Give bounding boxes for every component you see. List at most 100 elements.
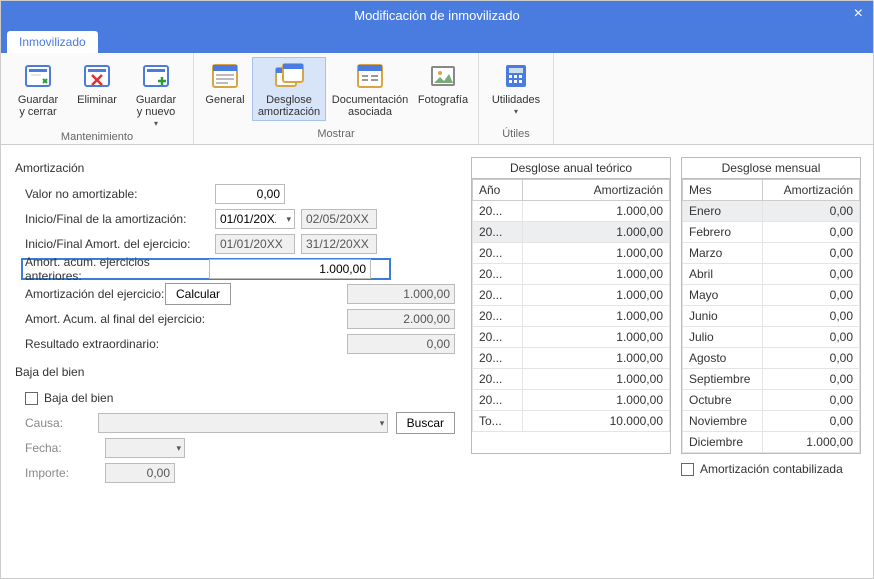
causa-select[interactable] [98, 413, 388, 433]
table-row[interactable]: Enero0,00 [683, 201, 860, 222]
general-label: General [205, 94, 244, 106]
valor-no-amort-input[interactable] [215, 184, 285, 204]
table-row[interactable]: 20...1.000,00 [473, 264, 670, 285]
eliminar-button[interactable]: Eliminar [71, 57, 123, 131]
tab-inmovilizado[interactable]: Inmovilizado [7, 31, 98, 53]
table-row[interactable]: Septiembre0,00 [683, 369, 860, 390]
table-row[interactable]: 20...1.000,00 [473, 201, 670, 222]
cell-month: Septiembre [683, 369, 763, 390]
delete-icon [81, 60, 113, 92]
table-row[interactable]: Abril0,00 [683, 264, 860, 285]
grid-anual[interactable]: Desglose anual teórico Año Amortización … [471, 157, 671, 454]
table-row[interactable]: Julio0,00 [683, 327, 860, 348]
cell-amort: 1.000,00 [523, 222, 670, 243]
cell-amort: 1.000,00 [523, 285, 670, 306]
doc-icon [354, 60, 386, 92]
table-row[interactable]: 20...1.000,00 [473, 369, 670, 390]
inicio-final-amort-label: Inicio/Final de la amortización: [25, 212, 215, 226]
inicio-final-ejerc-label: Inicio/Final Amort. del ejercicio: [25, 237, 215, 251]
guardar-cerrar-button[interactable]: Guardary cerrar [7, 57, 69, 131]
cell-year: 20... [473, 243, 523, 264]
cell-amort: 0,00 [763, 390, 860, 411]
table-row[interactable]: Febrero0,00 [683, 222, 860, 243]
save-new-icon [140, 60, 172, 92]
cell-month: Agosto [683, 348, 763, 369]
ribbon: Guardary cerrar Eliminar Guardary nuevo … [1, 53, 873, 145]
inicio-amort-input[interactable] [215, 209, 295, 229]
cell-amort: 0,00 [763, 264, 860, 285]
cell-month: Febrero [683, 222, 763, 243]
table-row[interactable]: To...10.000,00 [473, 411, 670, 432]
tabstrip: Inmovilizado [1, 29, 873, 53]
acum-final-label: Amort. Acum. al final del ejercicio: [25, 312, 215, 326]
table-row[interactable]: 20...1.000,00 [473, 306, 670, 327]
cell-month: Noviembre [683, 411, 763, 432]
section-amortizacion: Amortización [15, 161, 455, 175]
chevron-down-icon: ▾ [154, 119, 158, 128]
cell-amort: 0,00 [763, 411, 860, 432]
table-row[interactable]: Marzo0,00 [683, 243, 860, 264]
cell-month: Octubre [683, 390, 763, 411]
col-year[interactable]: Año [473, 180, 523, 201]
cell-year: 20... [473, 390, 523, 411]
col-amort-anual[interactable]: Amortización [523, 180, 670, 201]
fotografia-label: Fotografía [418, 94, 468, 106]
group-label-utiles: Útiles [502, 128, 530, 142]
table-row[interactable]: Octubre0,00 [683, 390, 860, 411]
close-icon[interactable]: × [854, 5, 863, 23]
importe-input [105, 463, 175, 483]
final-amort-input [301, 209, 377, 229]
cell-amort: 0,00 [763, 306, 860, 327]
resultado-label: Resultado extraordinario: [25, 337, 215, 351]
eliminar-label: Eliminar [77, 94, 117, 106]
table-row[interactable]: Agosto0,00 [683, 348, 860, 369]
cell-year: 20... [473, 369, 523, 390]
table-row[interactable]: Junio0,00 [683, 306, 860, 327]
general-icon [209, 60, 241, 92]
cell-amort: 0,00 [763, 243, 860, 264]
guardar-nuevo-label: Guardary nuevo [136, 94, 176, 118]
table-row[interactable]: 20...1.000,00 [473, 222, 670, 243]
contabilizada-checkbox[interactable] [681, 463, 694, 476]
documentacion-button[interactable]: Documentaciónasociada [328, 57, 412, 121]
cell-year: 20... [473, 285, 523, 306]
utilidades-button[interactable]: Utilidades ▾ [485, 57, 547, 119]
table-row[interactable]: Diciembre1.000,00 [683, 432, 860, 453]
general-button[interactable]: General [200, 57, 250, 121]
col-month[interactable]: Mes [683, 180, 763, 201]
cell-amort: 1.000,00 [523, 306, 670, 327]
table-row[interactable]: 20...1.000,00 [473, 327, 670, 348]
cell-amort: 1.000,00 [523, 348, 670, 369]
ribbon-group-utiles: Utilidades ▾ Útiles [479, 53, 554, 144]
utilidades-label: Utilidades [492, 94, 540, 106]
cell-year: 20... [473, 222, 523, 243]
table-row[interactable]: Mayo0,00 [683, 285, 860, 306]
fecha-label: Fecha: [25, 441, 105, 455]
valor-no-amort-label: Valor no amortizable: [25, 187, 215, 201]
cell-year: 20... [473, 201, 523, 222]
titlebar: Modificación de inmovilizado × [1, 1, 873, 29]
fotografia-button[interactable]: Fotografía [414, 57, 472, 121]
desglose-button[interactable]: Desgloseamortización [252, 57, 326, 121]
guardar-nuevo-button[interactable]: Guardary nuevo ▾ [125, 57, 187, 131]
cell-amort: 1.000,00 [523, 201, 670, 222]
table-row[interactable]: 20...1.000,00 [473, 390, 670, 411]
table-row[interactable]: 20...1.000,00 [473, 285, 670, 306]
fecha-input[interactable] [105, 438, 185, 458]
baja-checkbox-label: Baja del bien [44, 391, 113, 405]
baja-checkbox[interactable] [25, 392, 38, 405]
calcular-button[interactable]: Calcular [165, 283, 231, 305]
table-row[interactable]: Noviembre0,00 [683, 411, 860, 432]
buscar-button[interactable]: Buscar [396, 412, 455, 434]
col-amort-mensual[interactable]: Amortización [763, 180, 860, 201]
save-close-icon [22, 60, 54, 92]
cell-amort: 0,00 [763, 201, 860, 222]
acum-anteriores-input[interactable] [209, 259, 371, 279]
contabilizada-label: Amortización contabilizada [700, 462, 843, 476]
table-row[interactable]: 20...1.000,00 [473, 348, 670, 369]
table-row[interactable]: 20...1.000,00 [473, 243, 670, 264]
grid-mensual[interactable]: Desglose mensual Mes Amortización Enero0… [681, 157, 861, 454]
inicio-ejerc-input [215, 234, 295, 254]
final-ejerc-input [301, 234, 377, 254]
util-icon [500, 60, 532, 92]
